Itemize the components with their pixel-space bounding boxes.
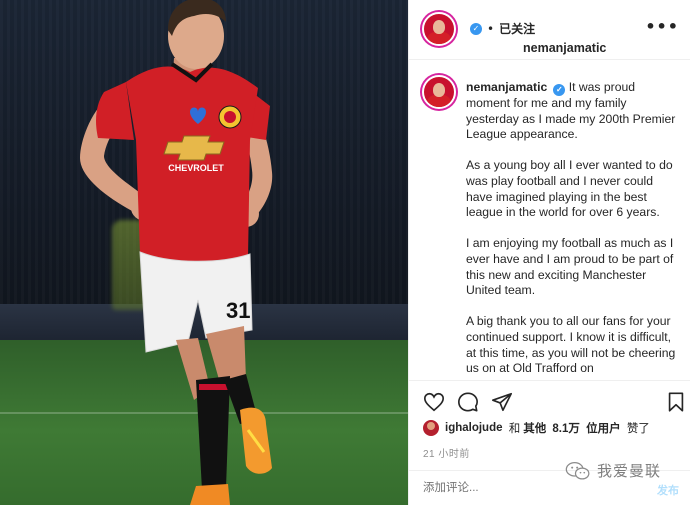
following-button[interactable]: 已关注 bbox=[499, 20, 535, 37]
comment-icon[interactable] bbox=[457, 391, 479, 413]
liker-username[interactable]: ighalojude bbox=[445, 422, 503, 434]
comment-input[interactable] bbox=[423, 479, 603, 497]
and-label: 和 bbox=[508, 423, 521, 435]
shirt-sponsor: CHEVROLET bbox=[168, 163, 224, 173]
likes-count[interactable]: 8.1万 bbox=[552, 420, 580, 436]
users-label[interactable]: 位用户 bbox=[586, 420, 621, 436]
paper-plane-icon[interactable] bbox=[491, 391, 513, 413]
caption-paragraph: nemanjamatic ✓ It was proud moment for me… bbox=[466, 80, 678, 143]
verified-badge-icon: ✓ bbox=[553, 84, 566, 96]
author-row: nemanjamatic ✓ • 已关注 bbox=[466, 20, 606, 55]
bookmark-icon[interactable] bbox=[665, 391, 687, 413]
post-caption: nemanjamatic ✓ It was proud moment for me… bbox=[466, 80, 678, 379]
author-avatar[interactable] bbox=[422, 12, 456, 46]
more-options-icon[interactable]: ••• bbox=[645, 17, 679, 36]
verified-badge-icon: ✓ bbox=[470, 22, 482, 35]
post-comment-button[interactable]: 发布 bbox=[657, 482, 679, 498]
author-username[interactable]: nemanjamatic bbox=[523, 41, 606, 55]
likes-summary: ighalojude 和 其他 8.1万 位用户 赞了 bbox=[423, 420, 653, 436]
caption-paragraph: I am enjoying my football as much as I e… bbox=[466, 236, 674, 298]
wechat-icon bbox=[565, 461, 590, 480]
separator-dot: • bbox=[487, 21, 495, 36]
post-photo[interactable]: CHEVROLET 31 bbox=[0, 0, 408, 505]
liker-avatar[interactable] bbox=[423, 420, 439, 436]
caption-paragraph: A big thank you to all our fans for your… bbox=[466, 314, 676, 376]
caption-username[interactable]: nemanjamatic bbox=[466, 80, 547, 94]
caption-paragraph: As a young boy all I ever wanted to do w… bbox=[466, 158, 673, 220]
post-timestamp[interactable]: 21 小时前 bbox=[423, 445, 470, 460]
heart-icon[interactable] bbox=[423, 391, 445, 413]
action-bar bbox=[409, 380, 690, 420]
shorts-number: 31 bbox=[226, 298, 250, 323]
liked-label: 赞了 bbox=[626, 423, 650, 435]
footballer-figure: CHEVROLET 31 bbox=[80, 0, 273, 505]
watermark: 我爱曼联 bbox=[565, 460, 661, 481]
post-header: nemanjamatic ✓ • 已关注 ••• bbox=[409, 0, 690, 60]
caption-author-avatar[interactable] bbox=[422, 75, 456, 109]
post-details-panel: nemanjamatic ✓ • 已关注 ••• nemanjamatic ✓ I… bbox=[408, 0, 690, 505]
watermark-text: 我爱曼联 bbox=[597, 462, 662, 480]
caption-area: nemanjamatic ✓ It was proud moment for me… bbox=[409, 61, 690, 379]
others-label[interactable]: 其他 bbox=[523, 420, 546, 436]
